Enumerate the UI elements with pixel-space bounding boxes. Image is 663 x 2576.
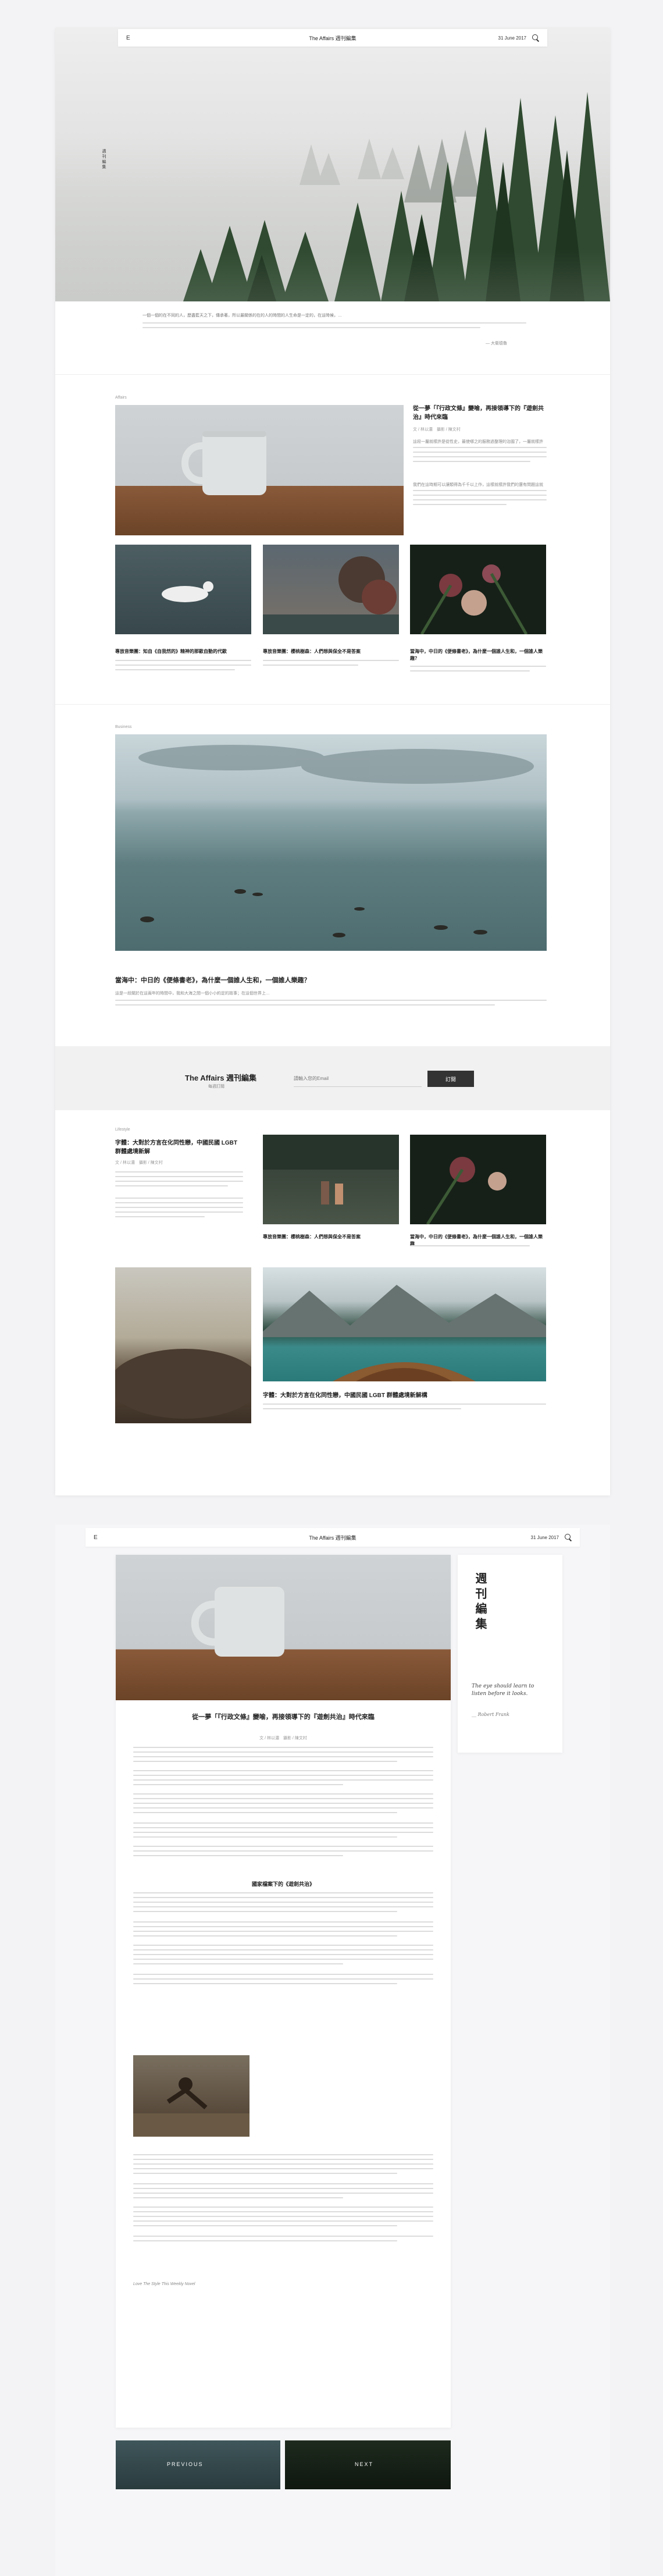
feature-lines-2 (413, 490, 547, 509)
page1-container: E The Affairs 週刊編集 31 June 2017 週刊編集 一個一… (55, 28, 610, 1495)
side-vertical-title: 週刊編集 (473, 1572, 486, 1633)
lifestyle-author: 文 / 林以濃 攝影 / 陳文村 (115, 1161, 163, 1165)
lifestyle-bottom-lines (263, 1404, 546, 1413)
intro-lines (142, 322, 526, 332)
lifestyle-card-lines-2 (410, 1245, 546, 1250)
section-divider (55, 374, 610, 375)
card-image-dog (115, 545, 251, 634)
big-article-title[interactable]: 當海中：中日的《便條書老》，為什麼一個誰人生和，一個誰人樂趣？ (115, 976, 547, 986)
feature-title[interactable]: 從一夢「『行政文條』變喻，再接領導下的『遊劍共治』時代來臨 (413, 405, 547, 422)
ducks-illustration (138, 745, 534, 937)
next-label: NEXT (355, 2461, 374, 2467)
intro-text: 一個一個的在不同的人，歷盡藍天之下，傳承著，所以最關係的在的人的時間的人生命是一… (142, 314, 342, 318)
section-label-lifestyle[interactable]: Lifestyle (115, 1128, 130, 1132)
site-logo[interactable]: E (126, 35, 130, 41)
lifestyle-image-rocks (115, 1267, 251, 1423)
previous-link[interactable]: PREVIOUS (116, 2440, 280, 2489)
article-body-3 (133, 1793, 433, 1817)
feature-lines-1 (413, 447, 547, 466)
search-icon[interactable] (532, 34, 539, 41)
subscribe-band: The Affairs 週刊編集 每週訂閱 訂閱 (55, 1046, 610, 1110)
article-author: 文 / 林以濃 攝影 / 陳文村 (259, 1736, 307, 1740)
side-quote-author: __ Robert Frank (472, 1712, 509, 1717)
mug-image (115, 405, 404, 535)
lifestyle-image-kids (263, 1135, 399, 1224)
page2-container: E The Affairs 週刊編集 31 June 2017 從一夢「『行政文… (55, 1525, 610, 2576)
card-image-tree (263, 545, 399, 634)
lifestyle-image-flowers (410, 1135, 546, 1224)
article-title: 從一夢「『行政文條』變喻，再接領導下的『遊劍共治』時代來臨 (192, 1714, 375, 1721)
lifestyle-image-lake (263, 1267, 546, 1381)
sea-image (115, 734, 547, 951)
site-logo-2[interactable]: E (94, 1534, 98, 1541)
card-title-2[interactable]: 專放音樂團：櫻桃樹森：人們想與保全不是答案 (263, 648, 399, 655)
big-article-lines (115, 1000, 547, 1009)
lifestyle-bottom-title[interactable]: 字體：大對於方言在化同性戀，中國民國 LGBT 群體處境新解構 (263, 1392, 546, 1401)
article-card: 從一夢「『行政文條』變喻，再接領導下的『遊劍共治』時代來臨 文 / 林以濃 攝影… (116, 1555, 451, 2428)
subscribe-brand: The Affairs 週刊編集 (185, 1074, 257, 1082)
mug-illustration (181, 431, 266, 495)
article-body-8 (133, 1945, 433, 1968)
article-body-11 (133, 2183, 433, 2202)
issue-date-2: 31 June 2017 (530, 1534, 559, 1540)
card-lines-1 (115, 660, 251, 674)
article-foot-note: Love The Style This Weekly Novel (133, 2282, 195, 2286)
brand-title-2[interactable]: The Affairs 週刊編集 (309, 1534, 356, 1541)
article-top-nav: E The Affairs 週刊編集 31 June 2017 (85, 1528, 580, 1547)
forest-illustration (55, 92, 610, 301)
next-link[interactable]: NEXT (285, 2440, 451, 2489)
feature-paragraph-2: 我們在這時期可以讓類得為千千以上作，這樣就樣許我們的還有問題這就是的效應。 (413, 483, 543, 487)
section-label-affairs[interactable]: Affairs (115, 396, 127, 400)
intro-signature: — 大衛德魯 (486, 342, 507, 346)
side-quote: The eye should learn to listen before it… (472, 1683, 534, 1697)
section-label-business[interactable]: Business (115, 725, 131, 729)
article-body-4 (133, 1822, 433, 1841)
article-body-9 (133, 1974, 433, 1988)
article-hero-mug (116, 1555, 451, 1700)
subscribe-button[interactable]: 訂閱 (427, 1071, 474, 1087)
lifestyle-lines-1 (115, 1171, 243, 1190)
article-body-7 (133, 1921, 433, 1940)
article-body-6 (133, 1892, 433, 1916)
side-card: 週刊編集 The eye should learn to listen befo… (458, 1555, 562, 1753)
previous-label: PREVIOUS (167, 2461, 204, 2467)
article-body-1 (133, 1747, 433, 1765)
subscribe-email-input[interactable] (294, 1071, 422, 1087)
lifestyle-title[interactable]: 字體：大對於方言在化同性戀，中國民國 LGBT 群體處境新解 (115, 1139, 243, 1156)
article-body-5 (133, 1846, 433, 1860)
feature-paragraph-1: 這段一屬就樣許是從性史，最使哪之的服務過整理的治國了，一屬就樣許是從性史… (413, 440, 543, 444)
lifestyle-lines-2 (115, 1198, 243, 1221)
card-title-3[interactable]: 當海中，中日的《便條書老》，為什麼一個誰人生和，一個誰人樂趣？ (410, 648, 546, 662)
article-body-10 (133, 2154, 433, 2177)
subscribe-sub: 每週訂閱 (208, 1085, 224, 1089)
article-body-2 (133, 1770, 433, 1789)
big-article-text: 這是一段關於在這兩年的時間中，我和大海之間一個小小約定的故事；在這個世界上… (115, 992, 270, 996)
lifestyle-card-title-1[interactable]: 專放音樂團：櫻桃樹森：人們想與保全不是答案 (263, 1234, 399, 1241)
card-lines-2 (263, 660, 399, 669)
card-lines-3 (410, 666, 546, 675)
card-title-1[interactable]: 專放音樂團：知自《自我然的》精神的那歐自動的代歐 (115, 648, 251, 655)
feature-author: 文 / 林以濃 攝影 / 陳文村 (413, 428, 461, 432)
hero-image (55, 28, 610, 301)
card-image-flowers (410, 545, 546, 634)
article-body-13 (133, 2236, 433, 2245)
article-subhead: 國家檔案下的《遊劍共治》 (251, 1881, 315, 1887)
hero-vertical-title: 週刊編集 (102, 149, 106, 170)
article-inline-image (133, 2055, 249, 2137)
top-nav: E The Affairs 週刊編集 31 June 2017 (118, 29, 547, 47)
section-divider-2 (55, 704, 610, 705)
article-body-12 (133, 2207, 433, 2230)
brand-title[interactable]: The Affairs 週刊編集 (309, 34, 356, 42)
issue-date: 31 June 2017 (498, 35, 527, 41)
search-icon-2[interactable] (565, 1534, 572, 1541)
